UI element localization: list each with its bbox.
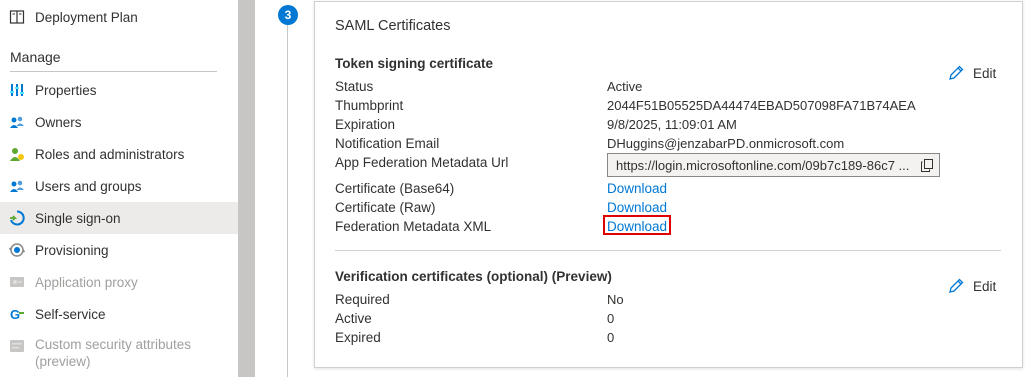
sidebar-item-label: Users and groups bbox=[35, 178, 142, 194]
token-signing-title: Token signing certificate bbox=[335, 56, 494, 71]
metadata-url-label: App Federation Metadata Url bbox=[335, 155, 509, 170]
step-number-badge: 3 bbox=[278, 5, 298, 25]
active-label: Active bbox=[335, 311, 372, 326]
expired-value: 0 bbox=[607, 330, 615, 345]
roles-icon bbox=[9, 146, 25, 162]
owners-icon bbox=[9, 114, 25, 130]
application-proxy-icon bbox=[9, 274, 25, 290]
active-value: 0 bbox=[607, 311, 615, 326]
sidebar-item-application-proxy[interactable]: Application proxy bbox=[0, 266, 238, 298]
properties-icon bbox=[9, 82, 25, 98]
sidebar-item-label: Properties bbox=[35, 82, 97, 98]
sidebar-item-label: Owners bbox=[35, 114, 82, 130]
highlight-box bbox=[603, 215, 671, 235]
sidebar-item-owners[interactable]: Owners bbox=[0, 106, 238, 138]
divider bbox=[10, 71, 217, 72]
sidebar-item-label: Roles and administrators bbox=[35, 146, 185, 162]
card-title: SAML Certificates bbox=[335, 18, 451, 34]
federation-xml-label: Federation Metadata XML bbox=[335, 219, 492, 234]
sidebar-item-roles[interactable]: Roles and administrators bbox=[0, 138, 238, 170]
sidebar-item-label: Single sign-on bbox=[35, 210, 121, 226]
sidebar-item-properties[interactable]: Properties bbox=[0, 74, 238, 106]
verification-title: Verification certificates (optional) (Pr… bbox=[335, 269, 612, 284]
saml-certificates-card: SAML Certificates Token signing certific… bbox=[314, 1, 1023, 368]
required-value: No bbox=[607, 292, 624, 307]
edit-label: Edit bbox=[973, 65, 997, 81]
thumbprint-label: Thumbprint bbox=[335, 98, 404, 113]
cert-raw-download-link[interactable]: Download bbox=[607, 200, 667, 215]
sidebar-scrollbar[interactable] bbox=[238, 0, 255, 377]
sidebar-item-provisioning[interactable]: Provisioning bbox=[0, 234, 238, 266]
step-connector-line bbox=[287, 24, 288, 377]
token-edit-button[interactable]: Edit bbox=[947, 64, 996, 82]
expiration-label: Expiration bbox=[335, 117, 396, 132]
sidebar-item-label: Custom security attributes (preview) bbox=[35, 337, 192, 369]
section-title-manage: Manage bbox=[10, 49, 61, 65]
sidebar-item-users-groups[interactable]: Users and groups bbox=[0, 170, 238, 202]
notification-email-value: DHuggins@jenzabarPD.onmicrosoft.com bbox=[607, 136, 845, 151]
cert-base64-download-link[interactable]: Download bbox=[607, 181, 667, 196]
metadata-url-value: https://login.microsoftonline.com/09b7c1… bbox=[616, 157, 910, 173]
thumbprint-value: 2044F51B05525DA44474EBAD507098FA71B74AEA bbox=[607, 98, 916, 113]
sidebar-item-custom-security-attributes[interactable]: Custom security attributes (preview) bbox=[0, 334, 238, 374]
sidebar-item-single-sign-on[interactable]: Single sign-on bbox=[0, 202, 238, 234]
expiration-value: 9/8/2025, 11:09:01 AM bbox=[607, 117, 737, 132]
sidebar-item-label: Application proxy bbox=[35, 274, 138, 290]
notification-email-label: Notification Email bbox=[335, 136, 440, 151]
cert-raw-label: Certificate (Raw) bbox=[335, 200, 436, 215]
sidebar-item-self-service[interactable]: G Self-service bbox=[0, 298, 238, 330]
book-icon bbox=[9, 9, 25, 25]
sidebar-item-label: Self-service bbox=[35, 306, 106, 322]
sidebar-item-label: Provisioning bbox=[35, 242, 109, 258]
pencil-icon bbox=[949, 278, 964, 293]
status-label: Status bbox=[335, 79, 374, 94]
users-groups-icon bbox=[9, 178, 25, 194]
custom-attributes-icon bbox=[9, 338, 25, 354]
provisioning-icon bbox=[8, 242, 26, 258]
sidebar: Deployment Plan Manage Properties Owners… bbox=[0, 0, 238, 377]
edit-label: Edit bbox=[973, 278, 997, 294]
status-value: Active bbox=[607, 79, 643, 94]
sidebar-item-label: Deployment Plan bbox=[35, 9, 138, 25]
metadata-url-field[interactable]: https://login.microsoftonline.com/09b7c1… bbox=[607, 153, 940, 177]
single-sign-on-icon bbox=[9, 210, 25, 226]
expired-label: Expired bbox=[335, 330, 381, 345]
copy-icon[interactable] bbox=[921, 159, 933, 172]
verification-edit-button[interactable]: Edit bbox=[947, 277, 996, 295]
required-label: Required bbox=[335, 292, 390, 307]
svg-text:G: G bbox=[10, 307, 20, 322]
cert-base64-label: Certificate (Base64) bbox=[335, 181, 455, 196]
self-service-icon: G bbox=[9, 306, 25, 322]
sidebar-item-deployment-plan[interactable]: Deployment Plan bbox=[0, 1, 238, 33]
pencil-icon bbox=[949, 65, 964, 80]
section-divider bbox=[335, 250, 1001, 251]
